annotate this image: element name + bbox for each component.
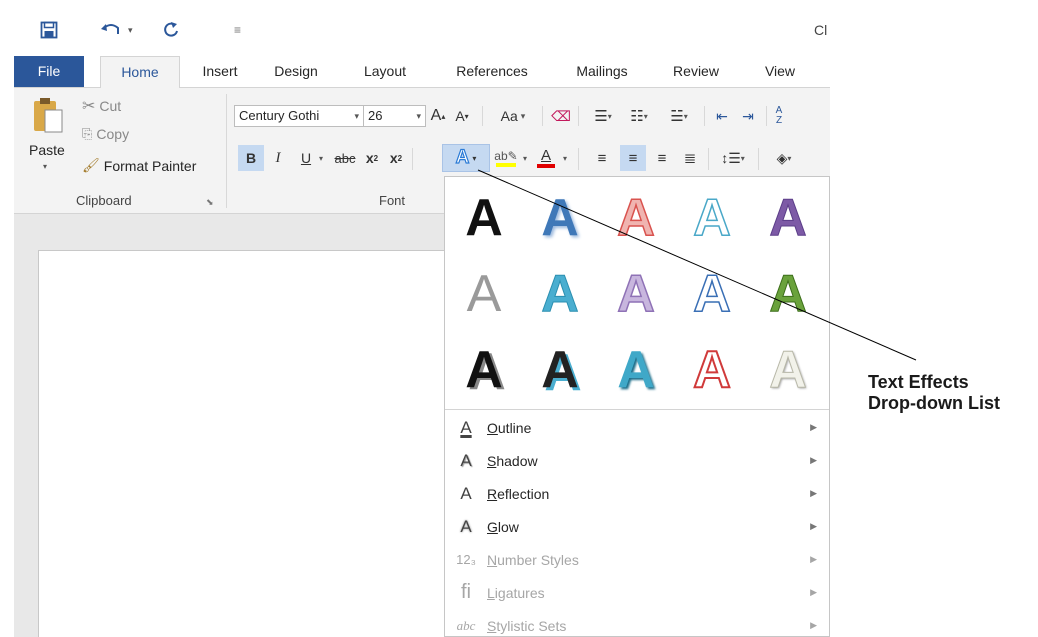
callout-line-1: Text Effects [868, 372, 969, 392]
callout-line-2: Drop-down List [868, 393, 1000, 413]
callout-label: Text Effects Drop-down List [868, 372, 1000, 414]
callout-leader-line [477, 169, 917, 361]
